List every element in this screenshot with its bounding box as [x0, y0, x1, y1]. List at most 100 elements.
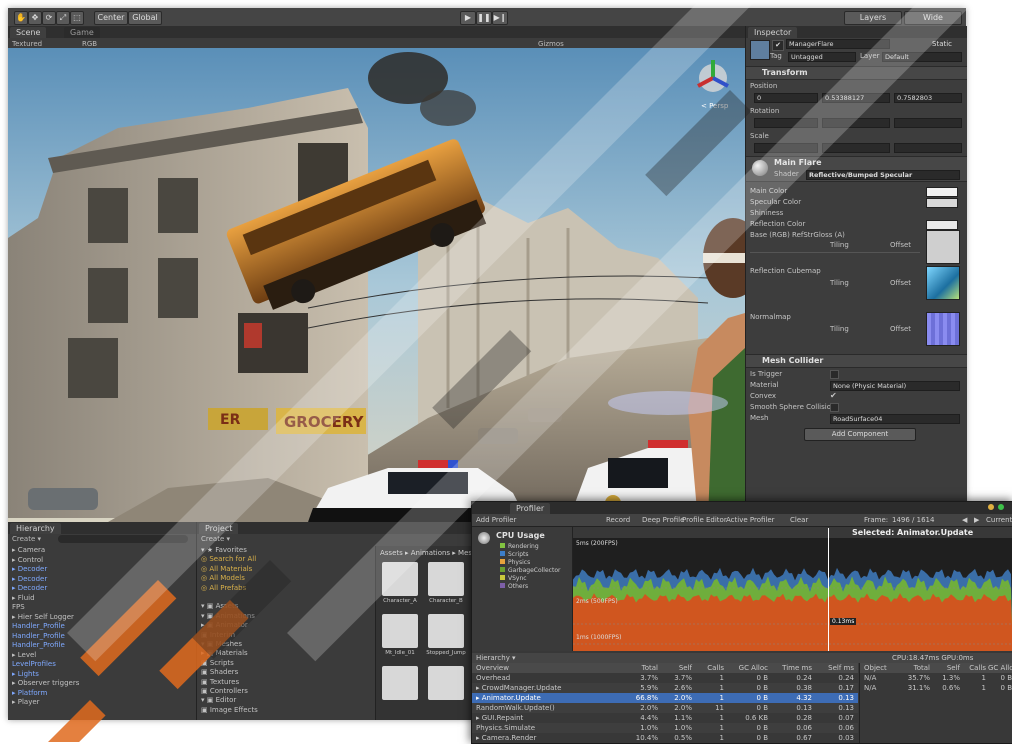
- object-table-row[interactable]: N/A 35.7% 1.3% 1 0 B: [860, 673, 1012, 683]
- column-header[interactable]: Total: [622, 663, 658, 673]
- tab-hierarchy[interactable]: Hierarchy: [10, 523, 61, 534]
- hierarchy-search-input[interactable]: [58, 535, 188, 543]
- rect-tool-button[interactable]: ⬚: [70, 11, 84, 25]
- asset-thumbnail[interactable]: [426, 666, 466, 714]
- hierarchy-item[interactable]: ▸ Observer triggers: [12, 679, 79, 688]
- scale-tool-button[interactable]: ⤢: [56, 11, 70, 25]
- active-profiler-dropdown[interactable]: Active Profiler: [726, 514, 775, 526]
- move-tool-button[interactable]: ✥: [28, 11, 42, 25]
- column-header[interactable]: GC Alloc: [988, 663, 1012, 673]
- project-tree-item[interactable]: ▣ Controllers: [201, 687, 248, 696]
- column-header[interactable]: Total: [900, 663, 930, 673]
- prev-frame-icon[interactable]: ◀: [962, 514, 967, 526]
- physic-material-field[interactable]: None (Physic Material): [830, 381, 960, 391]
- object-table-row[interactable]: N/A 31.1% 0.6% 1 0 B: [860, 683, 1012, 693]
- table-row[interactable]: Physics.Simulate 1.0% 1.0% 1 0 B 0.06 0.06: [472, 723, 858, 733]
- project-tree-item[interactable]: ◎ All Models: [201, 574, 245, 583]
- hierarchy-create-dropdown[interactable]: Create ▾: [12, 535, 41, 543]
- project-tree-item[interactable]: ▣ Textures: [201, 678, 239, 687]
- table-row[interactable]: Overhead 3.7% 3.7% 1 0 B 0.24 0.24: [472, 673, 858, 683]
- hierarchy-item[interactable]: ▸ Lights: [12, 670, 39, 679]
- main-color-swatch[interactable]: [926, 187, 958, 197]
- table-row[interactable]: ▸ Animator.Update 66.8% 2.0% 1 0 B 4.32 0.13: [472, 693, 858, 703]
- legend-item[interactable]: Rendering: [500, 543, 539, 550]
- scale-y-field[interactable]: [822, 143, 890, 153]
- hierarchy-item[interactable]: ▸ Control: [12, 556, 43, 565]
- project-tree-item[interactable]: ▣ Interim: [201, 631, 235, 640]
- hierarchy-item[interactable]: ▸ Decoder: [12, 565, 47, 574]
- column-header[interactable]: Time ms: [772, 663, 812, 673]
- asset-thumbnail[interactable]: [380, 666, 420, 714]
- project-tree-item[interactable]: ◎ All Materials: [201, 565, 252, 574]
- mesh-collider-header[interactable]: Mesh Collider: [746, 354, 967, 368]
- tag-dropdown[interactable]: Untagged: [788, 52, 856, 62]
- project-tree-item[interactable]: ▾ ▣ Animations: [201, 612, 255, 621]
- project-tree-item[interactable]: ▾ ▣ Meshes: [201, 640, 242, 649]
- rotation-y-field[interactable]: [822, 118, 890, 128]
- hierarchy-item[interactable]: ▸ Decoder: [12, 584, 47, 593]
- pause-button[interactable]: ❚❚: [476, 11, 492, 25]
- rotate-tool-button[interactable]: ⟳: [42, 11, 56, 25]
- current-frame-button[interactable]: Current: [986, 514, 1012, 526]
- tab-game[interactable]: Game: [64, 27, 100, 38]
- project-tree-item[interactable]: ▾ ▣ Editor: [201, 696, 236, 705]
- column-header[interactable]: Overview: [476, 663, 616, 673]
- hierarchy-item[interactable]: Handler_Profile: [12, 622, 65, 631]
- table-row[interactable]: ▸ CrowdManager.Update 5.9% 2.6% 1 0 B 0.38 0.1…: [472, 683, 858, 693]
- asset-thumbnail[interactable]: Character_B: [426, 562, 466, 610]
- legend-item[interactable]: Others: [500, 583, 528, 590]
- tab-profiler[interactable]: Profiler: [510, 503, 551, 514]
- hierarchy-view-dropdown[interactable]: Hierarchy ▾: [476, 653, 516, 663]
- hierarchy-item[interactable]: Handler_Profile: [12, 632, 65, 641]
- column-header[interactable]: Object: [864, 663, 898, 673]
- legend-item[interactable]: Physics: [500, 559, 530, 566]
- profile-editor-toggle[interactable]: Profile Editor: [682, 514, 727, 526]
- convex-checkbox[interactable]: ✔: [830, 391, 837, 401]
- active-checkbox[interactable]: ✔: [772, 40, 784, 51]
- window-maximize-icon[interactable]: [998, 504, 1004, 510]
- project-tree-item[interactable]: ▾ ★ Favorites: [201, 546, 247, 555]
- is-trigger-checkbox[interactable]: [830, 370, 839, 379]
- add-component-button[interactable]: Add Component: [804, 428, 916, 441]
- cpu-usage-title[interactable]: CPU Usage: [496, 531, 545, 540]
- hierarchy-item[interactable]: ▸ Player: [12, 698, 40, 707]
- hand-tool-button[interactable]: ✋: [14, 11, 28, 25]
- table-row[interactable]: RandomWalk.Update() 2.0% 2.0% 11 0 B 0.13 0.13: [472, 703, 858, 713]
- hierarchy-item[interactable]: ▸ Platform: [12, 689, 47, 698]
- add-profiler-dropdown[interactable]: Add Profiler: [476, 514, 516, 526]
- project-tree-item[interactable]: ▸ ▣ Materials: [201, 649, 248, 658]
- play-button[interactable]: ▶: [460, 11, 476, 25]
- project-tree-item[interactable]: ◎ All Prefabs: [201, 584, 246, 593]
- project-tree-item[interactable]: ▸ ▣ Animator: [201, 621, 248, 630]
- hierarchy-item[interactable]: ▸ Camera: [12, 546, 45, 555]
- legend-item[interactable]: Scripts: [500, 551, 529, 558]
- pivot-toggle[interactable]: Center: [94, 11, 128, 25]
- project-tree-item[interactable]: ▾ ▣ Assets: [201, 602, 238, 611]
- smooth-sphere-checkbox[interactable]: [830, 403, 839, 412]
- static-toggle[interactable]: Static: [932, 40, 952, 48]
- column-header[interactable]: Calls: [964, 663, 986, 673]
- position-z-field[interactable]: 0.7582803: [894, 93, 962, 103]
- scale-z-field[interactable]: [894, 143, 962, 153]
- specular-color-swatch[interactable]: [926, 198, 958, 208]
- cpu-usage-graph[interactable]: [573, 538, 1012, 651]
- hierarchy-item[interactable]: ▸ Decoder: [12, 575, 47, 584]
- layers-dropdown[interactable]: Layers: [844, 11, 902, 25]
- column-header[interactable]: Self: [934, 663, 960, 673]
- hierarchy-item[interactable]: ▸ Hier Self Logger: [12, 613, 74, 622]
- object-name-field[interactable]: ManagerFlare: [786, 39, 890, 49]
- project-tree-item[interactable]: ▣ Scripts: [201, 659, 234, 668]
- transform-header[interactable]: Transform: [746, 66, 967, 80]
- layout-dropdown[interactable]: Wide: [904, 11, 962, 25]
- layer-dropdown[interactable]: Default: [882, 52, 962, 62]
- deep-profile-toggle[interactable]: Deep Profile: [642, 514, 684, 526]
- hierarchy-item[interactable]: Handler_Profile: [12, 641, 65, 650]
- mesh-field[interactable]: RoadSurface04: [830, 414, 960, 424]
- project-tree-item[interactable]: ▣ Image Effects: [201, 706, 258, 715]
- tab-project[interactable]: Project: [199, 523, 239, 534]
- asset-thumbnail[interactable]: Stopped_Jump: [426, 614, 466, 662]
- table-row[interactable]: ▸ GUI.Repaint 4.4% 1.1% 1 0.6 KB 0.28 0.07: [472, 713, 858, 723]
- hierarchy-item[interactable]: ▸ Fluid: [12, 594, 35, 603]
- hierarchy-item[interactable]: FPS: [12, 603, 25, 612]
- hierarchy-item[interactable]: ▸ Level: [12, 651, 36, 660]
